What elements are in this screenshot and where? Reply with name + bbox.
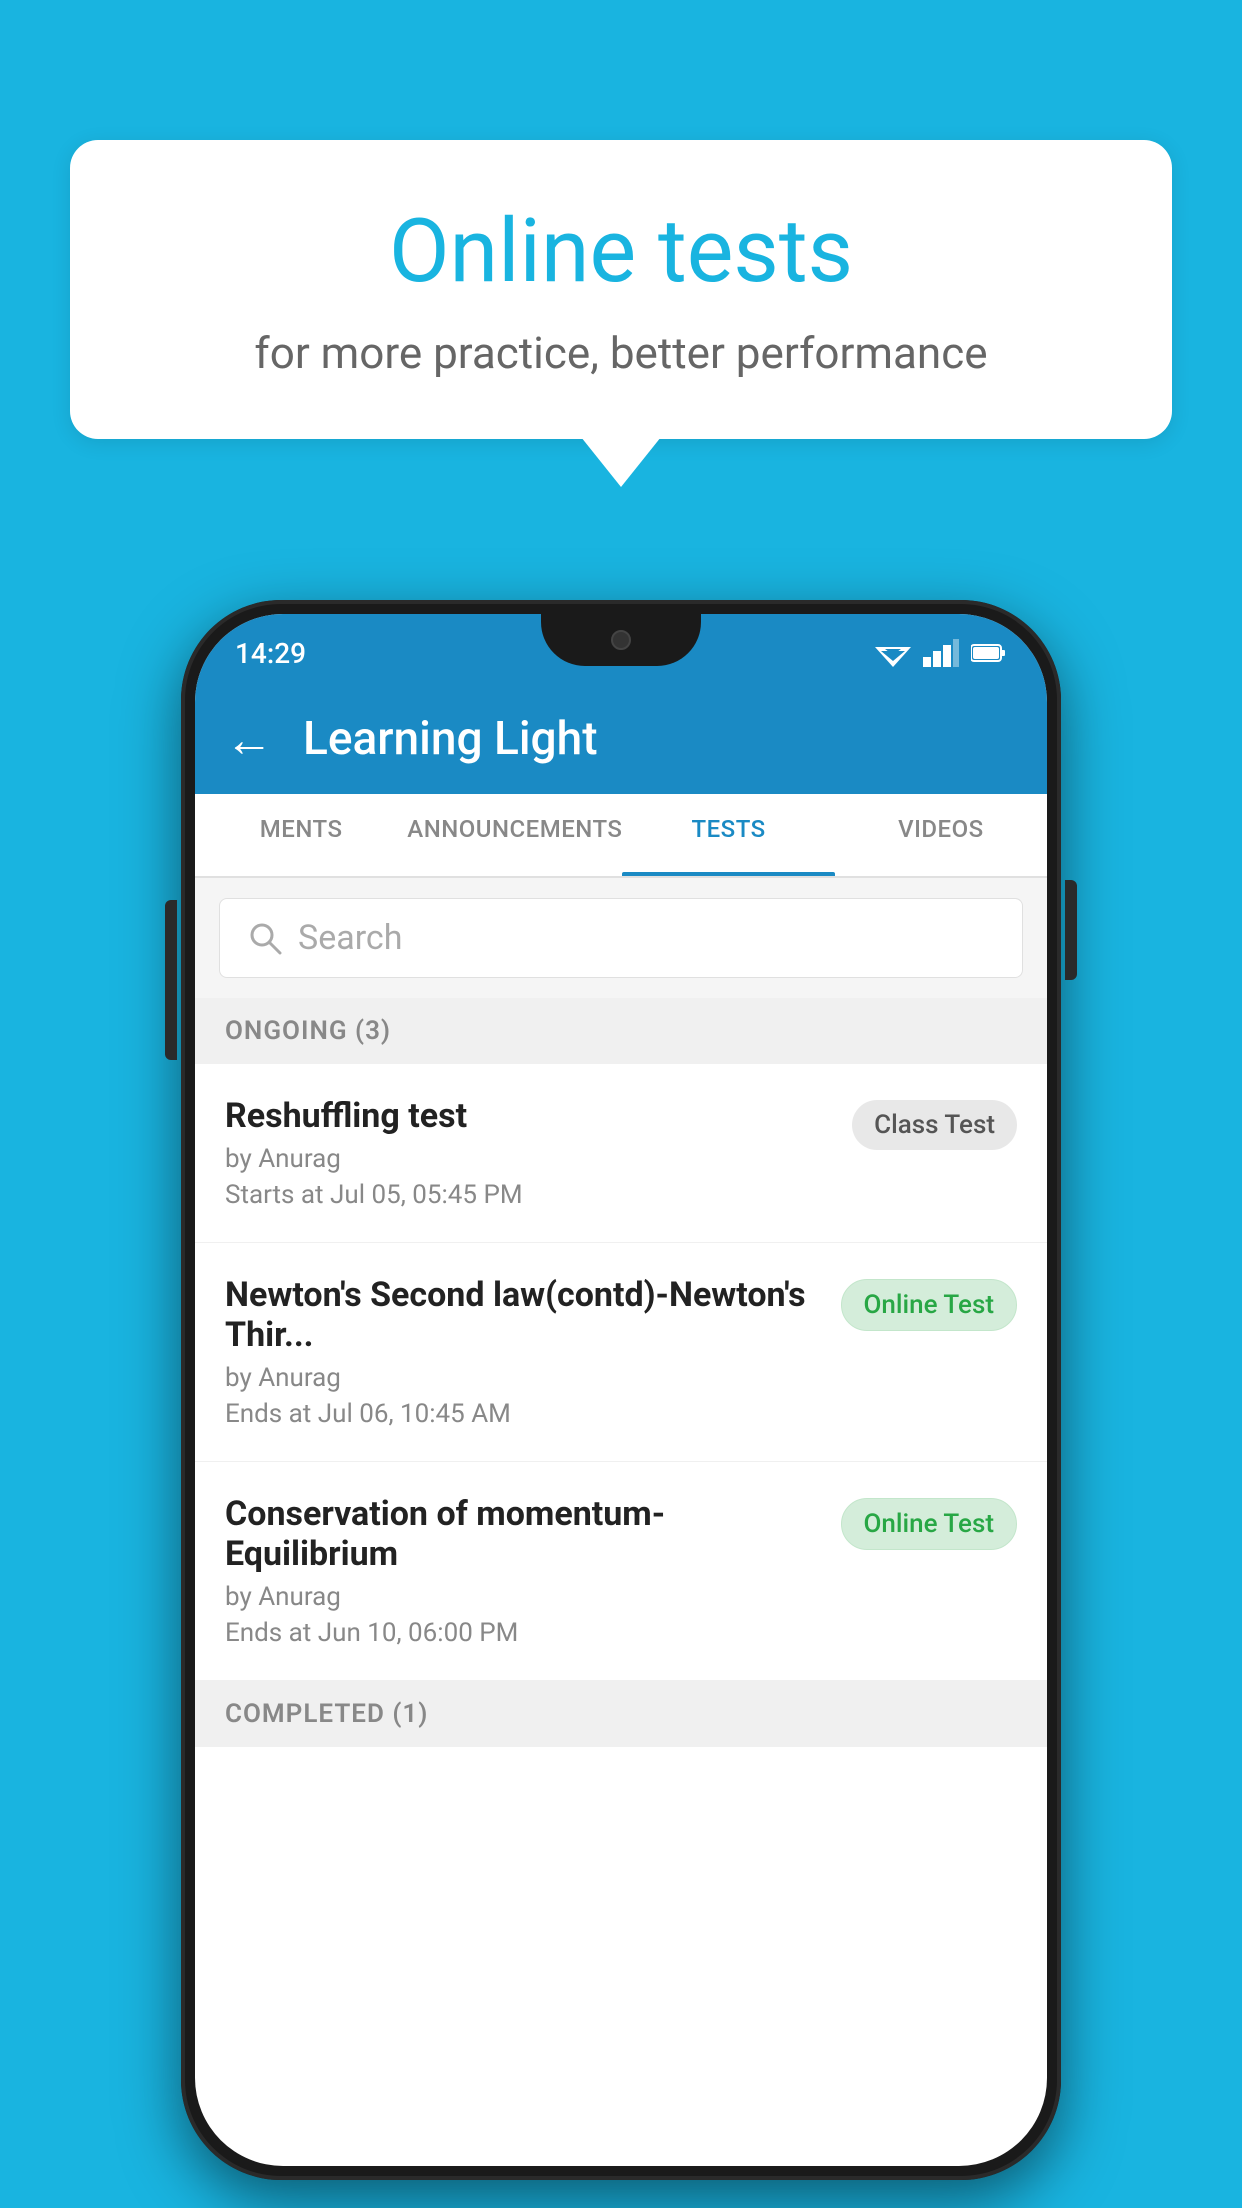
app-bar: ← Learning Light: [195, 684, 1047, 794]
test-item-3-left: Conservation of momentum-Equilibrium by …: [225, 1494, 817, 1648]
test-name-2: Newton's Second law(contd)-Newton's Thir…: [225, 1275, 817, 1355]
tab-ments[interactable]: MENTS: [195, 794, 407, 876]
app-title: Learning Light: [303, 712, 598, 766]
test-date-1: Starts at Jul 05, 05:45 PM: [225, 1180, 828, 1210]
ongoing-section-header: ONGOING (3): [195, 998, 1047, 1064]
back-button[interactable]: ←: [225, 711, 273, 768]
test-item-3[interactable]: Conservation of momentum-Equilibrium by …: [195, 1462, 1047, 1681]
search-container: Search: [195, 878, 1047, 998]
test-author-3: by Anurag: [225, 1582, 817, 1612]
status-icons: [875, 639, 1007, 667]
test-badge-1: Class Test: [852, 1100, 1017, 1150]
wifi-icon: [875, 639, 911, 667]
test-author-1: by Anurag: [225, 1144, 828, 1174]
test-author-2: by Anurag: [225, 1363, 817, 1393]
signal-icon: [923, 639, 959, 667]
search-bar[interactable]: Search: [219, 898, 1023, 978]
test-item-1-left: Reshuffling test by Anurag Starts at Jul…: [225, 1096, 828, 1210]
speech-bubble-subtitle: for more practice, better performance: [150, 327, 1092, 379]
search-placeholder: Search: [298, 918, 402, 958]
test-item-2[interactable]: Newton's Second law(contd)-Newton's Thir…: [195, 1243, 1047, 1462]
phone-shell: 14:29: [181, 600, 1061, 2180]
tab-announcements[interactable]: ANNOUNCEMENTS: [407, 794, 622, 876]
test-item-1[interactable]: Reshuffling test by Anurag Starts at Jul…: [195, 1064, 1047, 1243]
tabs-bar: MENTS ANNOUNCEMENTS TESTS VIDEOS: [195, 794, 1047, 878]
test-date-3: Ends at Jun 10, 06:00 PM: [225, 1618, 817, 1648]
completed-section-header: COMPLETED (1): [195, 1681, 1047, 1747]
test-name-1: Reshuffling test: [225, 1096, 828, 1136]
search-icon: [248, 921, 282, 955]
test-name-3: Conservation of momentum-Equilibrium: [225, 1494, 817, 1574]
tab-videos[interactable]: VIDEOS: [835, 794, 1047, 876]
speech-bubble: Online tests for more practice, better p…: [70, 140, 1172, 439]
phone-container: 14:29: [181, 600, 1061, 2180]
phone-screen: 14:29: [195, 614, 1047, 2166]
test-item-2-left: Newton's Second law(contd)-Newton's Thir…: [225, 1275, 817, 1429]
notch-camera: [611, 630, 631, 650]
speech-bubble-title: Online tests: [150, 200, 1092, 303]
test-badge-3: Online Test: [841, 1498, 1018, 1550]
phone-notch: [541, 614, 701, 666]
status-time: 14:29: [235, 637, 306, 670]
battery-icon: [971, 643, 1007, 663]
test-badge-2: Online Test: [841, 1279, 1018, 1331]
tab-tests[interactable]: TESTS: [622, 794, 834, 876]
test-list: Reshuffling test by Anurag Starts at Jul…: [195, 1064, 1047, 1681]
test-date-2: Ends at Jul 06, 10:45 AM: [225, 1399, 817, 1429]
